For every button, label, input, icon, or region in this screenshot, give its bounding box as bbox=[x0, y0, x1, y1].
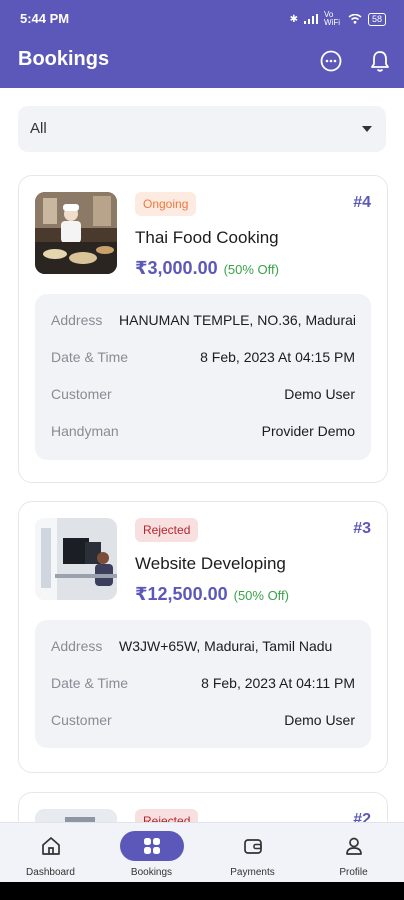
service-name: Website Developing bbox=[135, 554, 286, 573]
nav-item-profile[interactable]: Profile bbox=[303, 823, 404, 883]
detail-label: Customer bbox=[51, 712, 112, 728]
nav-item-dashboard[interactable]: Dashboard bbox=[0, 823, 101, 883]
battery-icon: 58 bbox=[367, 12, 386, 26]
booking-number: #3 bbox=[353, 520, 371, 537]
bookings-grid-icon bbox=[119, 831, 184, 861]
bluetooth-icon: ✱ bbox=[289, 13, 298, 25]
detail-value: 8 Feb, 2023 At 04:15 PM bbox=[200, 349, 355, 365]
status-badge: Ongoing bbox=[135, 192, 197, 216]
profile-icon bbox=[322, 831, 386, 861]
price-row: ₹12,500.00 (50% Off) bbox=[135, 584, 289, 605]
status-filter-dropdown[interactable]: All bbox=[18, 106, 386, 152]
booking-details: Address W3JW+65W, Madurai, Tamil Nadu Da… bbox=[35, 620, 371, 748]
nav-label: Profile bbox=[339, 867, 368, 878]
detail-label: Handyman bbox=[51, 423, 119, 439]
nav-item-payments[interactable]: Payments bbox=[202, 823, 303, 883]
detail-value: W3JW+65W, Madurai, Tamil Nadu bbox=[119, 638, 333, 654]
status-icons: ✱ Vo WiFi 58 bbox=[290, 11, 386, 27]
nav-item-bookings[interactable]: Bookings bbox=[101, 823, 202, 883]
detail-label: Date & Time bbox=[51, 675, 129, 691]
status-time: 5:44 PM bbox=[20, 11, 70, 26]
detail-row-address: Address W3JW+65W, Madurai, Tamil Nadu bbox=[51, 638, 355, 658]
wifi-icon bbox=[348, 14, 362, 24]
app-header: 5:44 PM ✱ Vo WiFi 58 Bookings bbox=[0, 0, 404, 88]
detail-label: Date & Time bbox=[51, 349, 129, 365]
service-image bbox=[35, 518, 117, 600]
nav-label: Dashboard bbox=[26, 867, 75, 878]
nav-label: Bookings bbox=[130, 867, 173, 878]
booking-details: Address HANUMAN TEMPLE, NO.36, Madurai D… bbox=[35, 294, 371, 460]
detail-row-customer: Customer Demo User bbox=[51, 712, 355, 732]
detail-value: HANUMAN TEMPLE, NO.36, Madurai bbox=[119, 312, 355, 328]
discount: (50% Off) bbox=[223, 262, 279, 277]
price: ₹12,500.00 bbox=[135, 584, 228, 604]
bell-icon[interactable] bbox=[367, 48, 393, 74]
detail-row-handyman: Handyman Provider Demo bbox=[51, 423, 355, 443]
network-label: Vo WiFi bbox=[323, 10, 340, 27]
booking-number: #4 bbox=[353, 194, 371, 211]
wallet-icon bbox=[221, 831, 285, 861]
system-navigation-bar bbox=[0, 882, 404, 900]
detail-value: Provider Demo bbox=[261, 423, 355, 439]
detail-label: Customer bbox=[51, 386, 112, 402]
bottom-navigation: Dashboard Bookings Payments Profile bbox=[0, 822, 404, 882]
chat-bubble-icon[interactable] bbox=[318, 48, 344, 74]
detail-value: Demo User bbox=[284, 712, 355, 728]
page-title: Bookings bbox=[18, 48, 110, 70]
service-image bbox=[35, 192, 117, 274]
discount: (50% Off) bbox=[233, 588, 289, 603]
filter-selected-value: All bbox=[30, 120, 47, 137]
detail-value: 8 Feb, 2023 At 04:11 PM bbox=[201, 675, 355, 691]
detail-label: Address bbox=[51, 638, 103, 654]
detail-row-datetime: Date & Time 8 Feb, 2023 At 04:15 PM bbox=[51, 349, 355, 369]
detail-value: Demo User bbox=[284, 386, 355, 402]
status-bar: 5:44 PM ✱ Vo WiFi 58 bbox=[0, 0, 404, 36]
detail-row-datetime: Date & Time 8 Feb, 2023 At 04:11 PM bbox=[51, 675, 355, 695]
status-badge: Rejected bbox=[135, 518, 199, 542]
service-name: Thai Food Cooking bbox=[135, 228, 279, 247]
detail-label: Address bbox=[51, 312, 103, 328]
booking-card[interactable]: Ongoing #4 Thai Food Cooking ₹3,000.00 (… bbox=[18, 175, 388, 483]
home-icon bbox=[19, 831, 83, 861]
detail-row-address: Address HANUMAN TEMPLE, NO.36, Madurai bbox=[51, 312, 355, 332]
signal-icon bbox=[303, 14, 318, 24]
detail-row-customer: Customer Demo User bbox=[51, 386, 355, 406]
price: ₹3,000.00 bbox=[135, 258, 218, 278]
booking-card[interactable]: Rejected #3 Website Developing ₹12,500.0… bbox=[18, 501, 388, 773]
chevron-down-icon bbox=[362, 126, 372, 132]
nav-label: Payments bbox=[230, 867, 275, 878]
price-row: ₹3,000.00 (50% Off) bbox=[135, 258, 279, 279]
